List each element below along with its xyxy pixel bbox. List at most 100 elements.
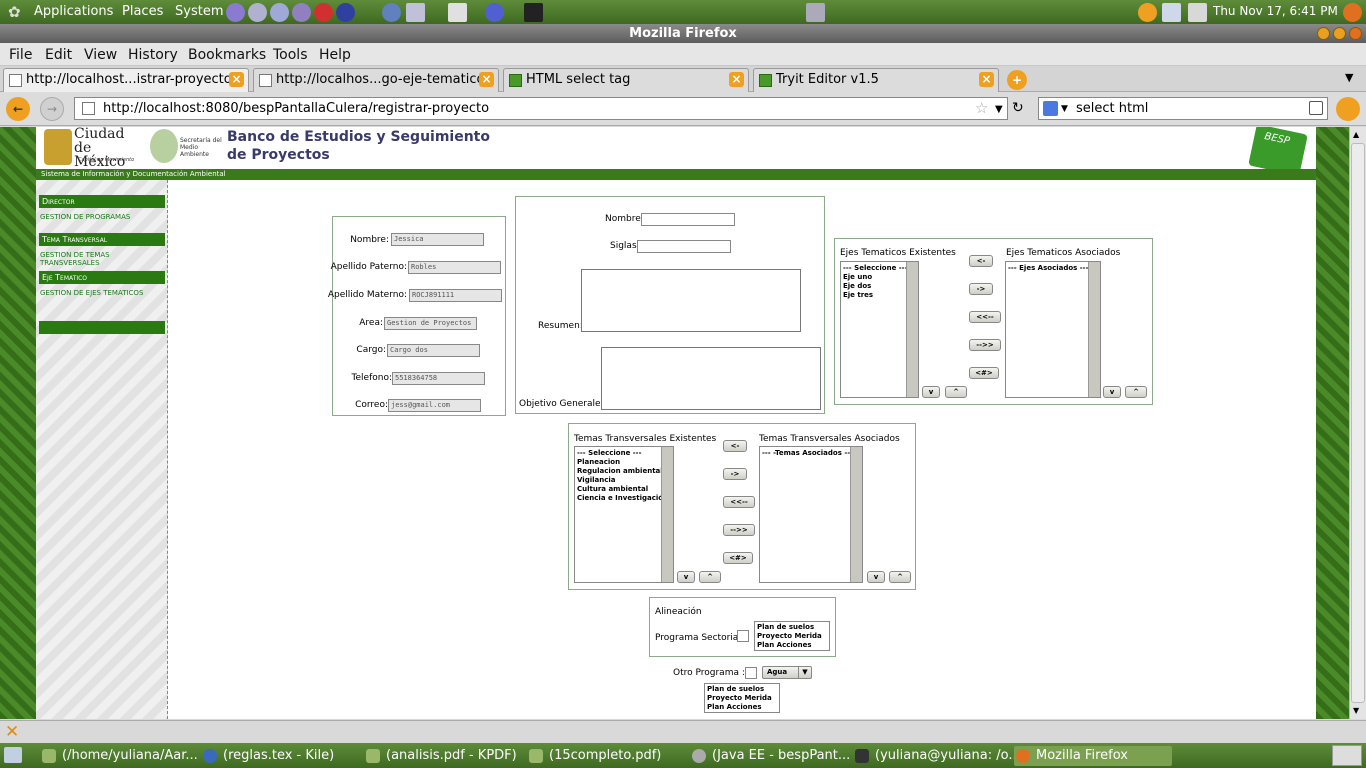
forward-icon[interactable]: → (40, 97, 64, 121)
move-all-left-button[interactable]: <<-- (969, 311, 1001, 323)
move-down-button[interactable]: v (867, 571, 885, 583)
move-left-button[interactable]: <- (723, 440, 747, 452)
menu-bookmarks[interactable]: Bookmarks (188, 47, 266, 63)
launcher-icon[interactable] (406, 3, 425, 22)
close-findbar-icon[interactable]: ✕ (5, 722, 19, 742)
system-menu[interactable]: System (175, 4, 223, 19)
move-all-right-button[interactable]: -->> (969, 339, 1001, 351)
move-right-button[interactable]: -> (969, 283, 993, 295)
programa-sectorial-list[interactable]: Plan de suelos Proyecto Merida Plan Acci… (754, 621, 830, 651)
list-item[interactable]: Plan Acciones (757, 641, 827, 650)
proyecto-nombre-field[interactable] (641, 213, 735, 226)
applications-menu[interactable]: Applications (34, 4, 113, 19)
launcher-icon[interactable] (248, 3, 267, 22)
resumen-textarea[interactable] (581, 269, 801, 332)
list-item[interactable]: Plan Acciones (707, 703, 777, 712)
move-down-button[interactable]: v (677, 571, 695, 583)
scrollbar-thumb[interactable] (1351, 143, 1365, 703)
list-item[interactable]: Planeacion (577, 458, 671, 467)
launcher-icon[interactable] (524, 3, 543, 22)
tab-html-select[interactable]: HTML select tag × (503, 68, 749, 92)
globe-icon[interactable] (485, 3, 504, 22)
list-scrollbar[interactable] (1088, 262, 1100, 397)
move-all-left-button[interactable]: <<-- (723, 496, 755, 508)
workspace-switcher[interactable] (1332, 745, 1362, 766)
list-item[interactable]: Plan de suelos (707, 685, 777, 694)
move-all-right-button[interactable]: -->> (723, 524, 755, 536)
launcher-icon[interactable] (448, 3, 467, 22)
taskbar-item[interactable]: (/home/yuliana/Aar... (40, 746, 198, 766)
reload-icon[interactable]: ↻ (1012, 100, 1024, 116)
close-tab-icon[interactable]: × (979, 72, 994, 87)
menu-file[interactable]: File (9, 47, 32, 63)
firefox-icon[interactable] (1343, 3, 1362, 22)
close-tab-icon[interactable]: × (229, 72, 244, 87)
launcher-icon[interactable] (292, 3, 311, 22)
sidebar-link-gestion-ejes[interactable]: Gestion de Ejes Tematicos (40, 289, 143, 297)
places-menu[interactable]: Places (122, 4, 163, 19)
ejes-existentes-list[interactable]: --- Seleccione --- Eje uno Eje dos Eje t… (840, 261, 919, 398)
menu-view[interactable]: View (84, 47, 117, 63)
close-button[interactable] (1349, 27, 1362, 40)
list-item[interactable]: Proyecto Merida (757, 632, 827, 641)
launcher-icon[interactable] (382, 3, 401, 22)
siglas-field[interactable] (637, 240, 731, 253)
list-item[interactable]: Regulacion ambiental (577, 467, 671, 476)
page-scrollbar[interactable]: ▲ ▼ (1349, 127, 1366, 719)
cargo-field[interactable]: Cargo dos (387, 344, 480, 357)
move-up-button[interactable]: ^ (699, 571, 721, 583)
power-icon[interactable] (314, 3, 333, 22)
list-item[interactable]: Plan de suelos (757, 623, 827, 632)
tab-tryit-editor[interactable]: Tryit Editor v1.5 × (753, 68, 999, 92)
move-down-button[interactable]: v (1103, 386, 1121, 398)
taskbar-item[interactable]: (Java EE - bespPant... (690, 746, 850, 766)
telefono-field[interactable]: 5518364758 (392, 372, 485, 385)
launcher-icon[interactable] (226, 3, 245, 22)
volume-icon[interactable] (1188, 3, 1207, 22)
menu-help[interactable]: Help (319, 47, 351, 63)
menu-edit[interactable]: Edit (45, 47, 72, 63)
nombre-field[interactable]: Jessica (391, 233, 484, 246)
network-icon[interactable] (806, 3, 825, 22)
sidebar-link-gestion-programas[interactable]: Gestion de Programas (40, 213, 130, 221)
swap-button[interactable]: <#> (969, 367, 999, 379)
url-bar[interactable]: http://localhost:8080/bespPantallaCulera… (74, 97, 1008, 120)
taskbar-item[interactable]: (reglas.tex - Kile) (201, 746, 356, 766)
taskbar-item-active[interactable]: Mozilla Firefox (1014, 746, 1172, 766)
move-down-button[interactable]: v (922, 386, 940, 398)
programa-sectorial-checkbox[interactable] (737, 630, 749, 642)
move-up-button[interactable]: ^ (889, 571, 911, 583)
list-scrollbar[interactable] (661, 447, 673, 582)
close-tab-icon[interactable]: × (479, 72, 494, 87)
launcher-icon[interactable] (336, 3, 355, 22)
list-scrollbar[interactable] (906, 262, 918, 397)
search-bar[interactable]: ▼ select html (1038, 97, 1328, 120)
gnome-foot-icon[interactable]: ✿ (8, 3, 24, 21)
list-item[interactable]: --- Seleccione --- (577, 449, 671, 458)
list-item[interactable]: Proyecto Merida (707, 694, 777, 703)
back-icon[interactable]: ← (6, 97, 30, 121)
tab-registrar-proyecto[interactable]: http://localhost...istrar-proyecto × (3, 68, 249, 92)
taskbar-item[interactable]: (yuliana@yuliana: /o... (853, 746, 1021, 766)
bookmark-star-icon[interactable]: ☆ (975, 98, 988, 119)
url-dropdown-icon[interactable]: ▼ (995, 99, 1003, 120)
taskbar-item[interactable]: (analisis.pdf - KPDF) (364, 746, 519, 766)
scroll-down-icon[interactable]: ▼ (1353, 706, 1359, 715)
show-desktop-icon[interactable] (4, 747, 22, 763)
sidebar-link-gestion-temas[interactable]: Gestion de Temas Transversales (40, 251, 167, 267)
search-engine-dropdown-icon[interactable]: ▼ (1061, 99, 1068, 120)
maximize-button[interactable] (1333, 27, 1346, 40)
move-right-button[interactable]: -> (723, 468, 747, 480)
list-item[interactable]: Vigilancia (577, 476, 671, 485)
move-left-button[interactable]: <- (969, 255, 993, 267)
close-tab-icon[interactable]: × (729, 72, 744, 87)
list-item[interactable]: Ciencia e Investigación (577, 494, 671, 503)
tab-list-icon[interactable]: ▼ (1345, 71, 1353, 84)
list-item[interactable]: Cultura ambiental (577, 485, 671, 494)
menu-history[interactable]: History (128, 47, 178, 63)
list-item[interactable]: --- Ejes Asociados --- (1008, 264, 1098, 273)
area-field[interactable]: Gestion de Proyectos (384, 317, 477, 330)
otro-programa-checkbox[interactable] (745, 667, 757, 679)
correo-field[interactable]: jess@gmail.com (388, 399, 481, 412)
scroll-up-icon[interactable]: ▲ (1353, 130, 1359, 139)
